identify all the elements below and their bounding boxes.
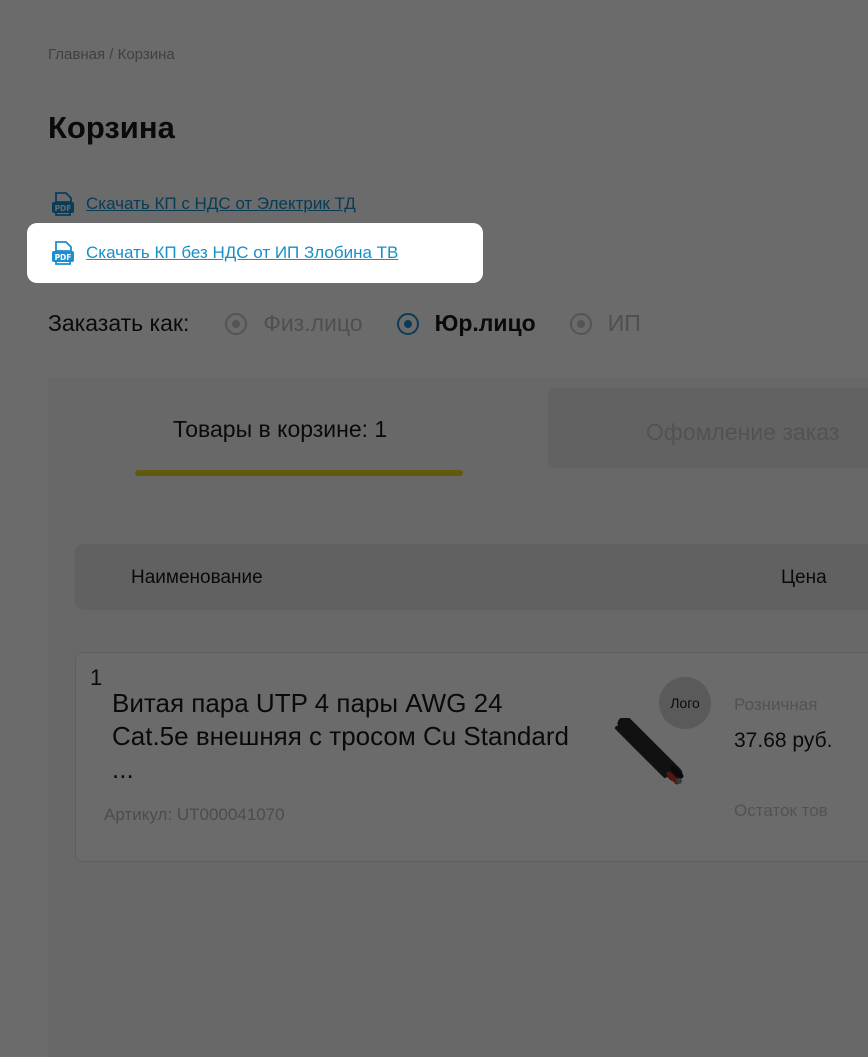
tab-checkout-label: Офомление заказ bbox=[646, 419, 840, 445]
cart-page: Главная / Корзина Корзина PDF Скачать КП… bbox=[0, 0, 868, 1057]
item-name[interactable]: Витая пара UTP 4 пары AWG 24 Cat.5e внеш… bbox=[112, 687, 582, 786]
column-header-price: Цена bbox=[781, 567, 827, 588]
order-as-selector: Заказать как: Физ.лицо Юр.лицо ИП bbox=[48, 310, 675, 337]
radio-dot[interactable] bbox=[569, 312, 592, 335]
svg-text:PDF: PDF bbox=[55, 204, 72, 213]
tab-checkout[interactable]: Офомление заказ bbox=[548, 388, 868, 468]
pdf-icon: PDF bbox=[52, 241, 74, 265]
breadcrumb: Главная / Корзина bbox=[48, 46, 175, 63]
item-sku: Артикул: UT000041070 bbox=[104, 805, 285, 824]
active-tab-indicator bbox=[135, 470, 463, 476]
cart-item: 1 Витая пара UTP 4 пары AWG 24 Cat.5e вн… bbox=[75, 652, 868, 862]
breadcrumb-text[interactable]: Главная / Корзина bbox=[48, 46, 175, 63]
item-stock: Остаток тов bbox=[734, 801, 828, 820]
radio-individual[interactable]: Физ.лицо bbox=[225, 310, 363, 337]
radio-dot-selected[interactable] bbox=[396, 312, 419, 335]
page-title: Корзина bbox=[48, 110, 175, 145]
download-kp-without-vat-label: Скачать КП без НДС от ИП Злобина ТВ bbox=[86, 243, 399, 262]
column-header-name: Наименование bbox=[131, 567, 263, 588]
radio-legal-entity[interactable]: Юр.лицо bbox=[396, 310, 536, 337]
radio-dot[interactable] bbox=[225, 312, 248, 335]
download-kp-without-vat-link[interactable]: PDF Скачать КП без НДС от ИП Злобина ТВ bbox=[50, 240, 398, 266]
tab-cart-items[interactable]: Товары в корзине: 1 bbox=[48, 378, 548, 488]
download-kp-with-vat-link[interactable]: PDF Скачать КП с НДС от Электрик ТД bbox=[50, 191, 356, 217]
radio-legal-entity-label: Юр.лицо bbox=[434, 310, 536, 336]
table-header: Наименование Цена bbox=[75, 544, 868, 610]
product-image[interactable] bbox=[611, 718, 691, 798]
download-kp-with-vat-label: Скачать КП с НДС от Электрик ТД bbox=[86, 194, 356, 213]
order-as-label: Заказать как: bbox=[48, 310, 190, 336]
svg-text:PDF: PDF bbox=[55, 253, 72, 262]
item-price: 37.68 руб. bbox=[734, 729, 833, 752]
pdf-icon: PDF bbox=[52, 192, 74, 216]
radio-individual-label: Физ.лицо bbox=[263, 310, 363, 336]
radio-entrepreneur[interactable]: ИП bbox=[569, 310, 641, 337]
radio-entrepreneur-label: ИП bbox=[607, 310, 641, 336]
tab-cart-items-label: Товары в корзине: 1 bbox=[173, 416, 388, 442]
price-type-label: Розничная bbox=[734, 695, 818, 714]
brand-logo: Лого bbox=[659, 677, 711, 729]
item-number: 1 bbox=[90, 665, 103, 690]
